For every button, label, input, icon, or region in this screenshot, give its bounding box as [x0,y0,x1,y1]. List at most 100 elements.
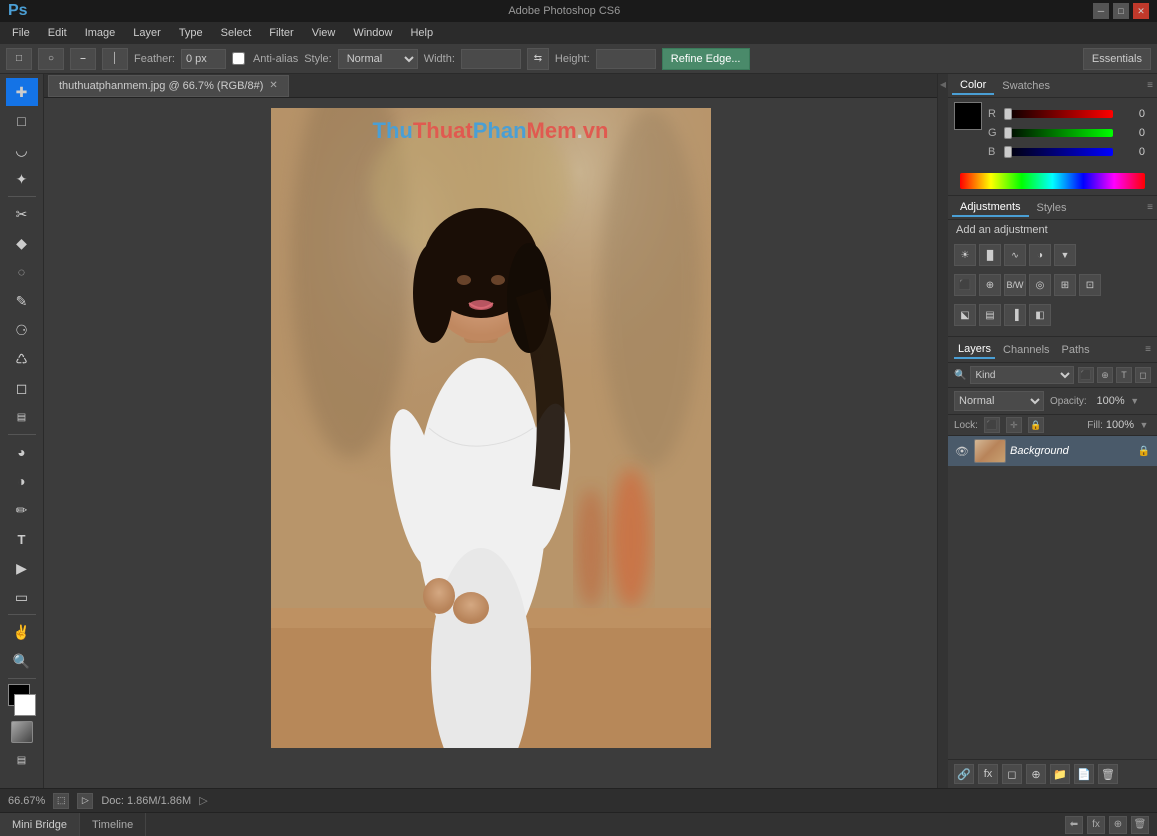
refine-edge-btn[interactable]: Refine Edge... [662,48,750,70]
lock-pixels-icon[interactable]: ⬛ [984,417,1000,433]
row-marquee-btn[interactable]: ⎯ [70,48,96,70]
navigator-btn[interactable]: ⬚ [53,793,69,809]
layers-tab[interactable]: Layers [954,341,995,359]
layers-kind-select[interactable]: Kind [970,366,1074,384]
bottom-btn-2[interactable]: fx [1087,816,1105,834]
background-layer-row[interactable]: 👁 Background 🔒 [948,436,1157,467]
link-layers-btn[interactable]: 🔗 [954,764,974,784]
paths-tab[interactable]: Paths [1058,342,1094,358]
minimize-btn[interactable]: ─ [1093,3,1109,19]
mini-bridge-tab[interactable]: Mini Bridge [0,813,80,836]
colorbalance-adj-icon[interactable]: ⊕ [979,274,1001,296]
photofilter-adj-icon[interactable]: ◎ [1029,274,1051,296]
threshold-adj-icon[interactable]: ▐ [1004,304,1026,326]
eyedropper-tool[interactable]: ◆ [6,229,38,257]
colorlookup-adj-icon[interactable]: ⊡ [1079,274,1101,296]
menu-layer[interactable]: Layer [125,25,169,41]
menu-file[interactable]: File [4,25,38,41]
delete-layer-btn[interactable]: 🗑 [1098,764,1118,784]
color-picker[interactable] [6,684,38,716]
canvas-container[interactable]: ThuThuatPhanMem.vn [44,98,937,788]
heal-tool[interactable]: ◌ [6,258,38,286]
vibrance-adj-icon[interactable]: ▼ [1054,244,1076,266]
fill-dropdown-icon[interactable]: ▼ [1137,418,1151,432]
eraser-tool[interactable]: ◻ [6,374,38,402]
filter-pixel-icon[interactable]: ⬛ [1078,367,1094,383]
styles-tab[interactable]: Styles [1029,200,1075,216]
red-slider-thumb[interactable] [1004,108,1012,120]
bw-adj-icon[interactable]: B/W [1004,274,1026,296]
bottom-btn-1[interactable]: ⬅ [1065,816,1083,834]
move-tool[interactable]: ✚ [6,78,38,106]
pen-tool[interactable]: ✏ [6,496,38,524]
menu-view[interactable]: View [304,25,344,41]
background-color[interactable] [14,694,36,716]
status-expand-btn[interactable]: ▷ [199,794,207,807]
panel-collapse[interactable]: ◀ [938,74,948,788]
essentials-btn[interactable]: Essentials [1083,48,1151,70]
new-group-btn[interactable]: 📁 [1050,764,1070,784]
doc-tab-close[interactable]: ✕ [269,80,277,91]
color-panel-menu[interactable]: ≡ [1147,80,1153,91]
add-mask-btn[interactable]: ◻ [1002,764,1022,784]
width-input[interactable] [461,49,521,69]
levels-adj-icon[interactable]: ▐▌ [979,244,1001,266]
green-slider-track[interactable] [1004,129,1113,137]
blend-mode-select[interactable]: Normal Multiply Screen [954,391,1044,411]
height-input[interactable] [596,49,656,69]
menu-select[interactable]: Select [213,25,260,41]
path-select-tool[interactable]: ▶ [6,554,38,582]
red-slider-track[interactable] [1004,110,1113,118]
channels-tab[interactable]: Channels [999,342,1053,358]
adj-panel-menu[interactable]: ≡ [1147,202,1153,213]
menu-image[interactable]: Image [77,25,124,41]
add-style-btn[interactable]: fx [978,764,998,784]
menu-edit[interactable]: Edit [40,25,75,41]
filter-type-icon[interactable]: T [1116,367,1132,383]
gradient-tool[interactable]: ▤ [6,403,38,431]
menu-filter[interactable]: Filter [261,25,301,41]
opacity-dropdown-icon[interactable]: ▼ [1128,394,1142,408]
bottom-btn-4[interactable]: 🗑 [1131,816,1149,834]
color-swatch[interactable] [954,102,982,130]
brush-tool[interactable]: ✎ [6,287,38,315]
col-marquee-btn[interactable]: │ [102,48,128,70]
menu-help[interactable]: Help [402,25,441,41]
green-slider-thumb[interactable] [1004,127,1012,139]
bottom-btn-3[interactable]: ⊕ [1109,816,1127,834]
filter-shape-icon[interactable]: ◻ [1135,367,1151,383]
swatches-tab[interactable]: Swatches [994,78,1058,94]
history-brush-tool[interactable]: ♺ [6,345,38,373]
style-select[interactable]: Normal Fixed Ratio Fixed Size [338,49,418,69]
layers-panel-menu[interactable]: ≡ [1145,344,1151,355]
screen-mode-btn[interactable]: ▤ [6,746,38,774]
zoom-tool[interactable]: 🔍 [6,647,38,675]
feather-input[interactable] [181,49,226,69]
menu-type[interactable]: Type [171,25,211,41]
antialias-checkbox[interactable] [232,52,245,65]
dodge-tool[interactable]: ◑ [6,467,38,495]
invert-adj-icon[interactable]: ⬕ [954,304,976,326]
exposure-adj-icon[interactable]: ◑ [1029,244,1051,266]
shape-tool[interactable]: ▭ [6,583,38,611]
marquee-ellipse-btn[interactable]: ○ [38,48,64,70]
new-layer-btn[interactable]: 📄 [1074,764,1094,784]
layer-visibility-icon[interactable]: 👁 [954,443,970,459]
blue-slider-thumb[interactable] [1004,146,1012,158]
hand-tool[interactable]: ✌ [6,618,38,646]
maximize-btn[interactable]: □ [1113,3,1129,19]
curves-adj-icon[interactable]: ∿ [1004,244,1026,266]
gradient-map-adj-icon[interactable]: ◧ [1029,304,1051,326]
color-tab[interactable]: Color [952,77,994,95]
quick-select-tool[interactable]: ✦ [6,165,38,193]
filter-adj-icon[interactable]: ⊕ [1097,367,1113,383]
lock-position-icon[interactable]: ✛ [1006,417,1022,433]
close-btn[interactable]: ✕ [1133,3,1149,19]
timeline-tab[interactable]: Timeline [80,813,146,836]
quick-mask-btn[interactable] [11,721,33,743]
info-btn[interactable]: ▷ [77,793,93,809]
marquee-rect-btn[interactable]: □ [6,48,32,70]
crop-tool[interactable]: ✂ [6,200,38,228]
blue-slider-track[interactable] [1004,148,1113,156]
brightness-adj-icon[interactable]: ☀ [954,244,976,266]
